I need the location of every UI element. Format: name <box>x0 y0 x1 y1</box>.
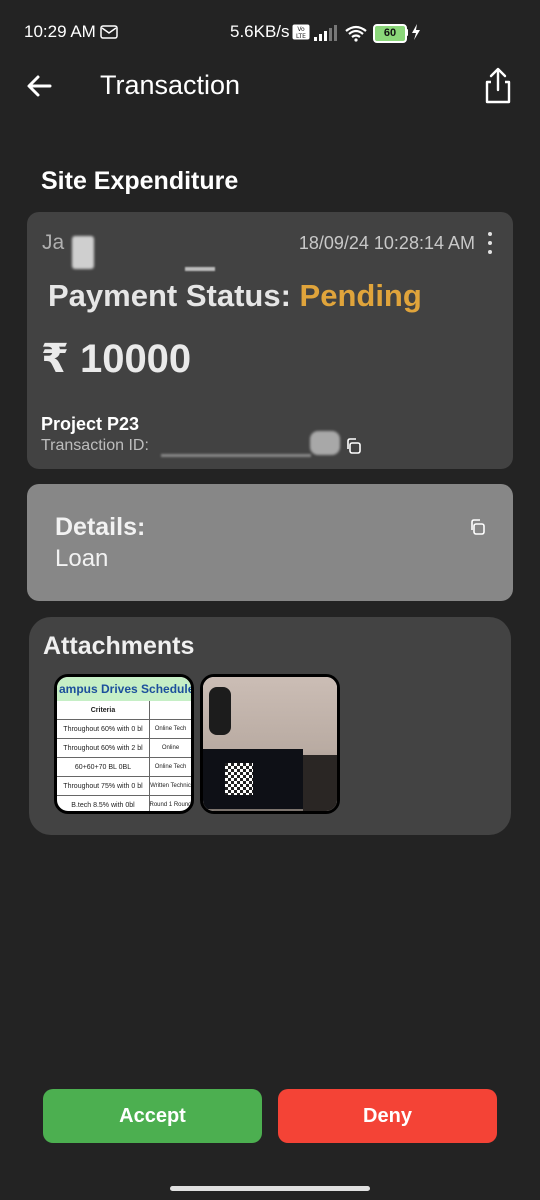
photo-monitor <box>203 749 303 809</box>
payment-status-label: Payment Status: <box>48 278 291 313</box>
status-time: 10:29 AM <box>24 22 96 41</box>
home-indicator[interactable] <box>170 1186 370 1191</box>
details-card: Details: Loan <box>27 484 513 601</box>
table-row: B.tech 8.5% with 0bl Round 1 Round <box>57 796 191 811</box>
table-cell: B.tech 8.5% with 0bl <box>57 796 150 811</box>
table-cell: Online Tech <box>154 764 187 770</box>
attachment-photo <box>203 677 337 811</box>
table-row: Throughout 60% with 2 bl Online <box>57 739 191 758</box>
sms-icon <box>100 25 118 39</box>
copy-transaction-id-button[interactable] <box>345 438 361 454</box>
qr-code-icon <box>225 763 253 795</box>
table-cell: Throughout 60% with 2 bl <box>57 739 150 757</box>
table-cell: Throughout 60% with 0 bl <box>57 720 150 738</box>
arrow-left-icon <box>27 75 52 97</box>
payer-name: Ja <box>42 231 65 254</box>
more-vert-icon-dot <box>488 250 492 254</box>
back-button[interactable] <box>22 68 58 104</box>
table-cell: Throughout 75% with 0 bl <box>57 777 150 795</box>
signal-icon <box>314 25 337 41</box>
redaction <box>161 454 311 457</box>
share-icon <box>485 67 511 104</box>
table-row: Throughout 60% with 0 bl Online Tech <box>57 720 191 739</box>
svg-text:LTE: LTE <box>296 33 306 40</box>
table-cell: Online <box>161 745 180 751</box>
page-title: Transaction <box>100 70 241 100</box>
attachment-sheet-table: Criteria Throughout 60% with 0 bl Online… <box>57 701 191 811</box>
transaction-amount: ₹ 10000 <box>41 337 192 381</box>
more-vert-icon-dot <box>488 241 492 245</box>
attachment-sheet-header: ampus Drives Schedule <box>57 677 191 701</box>
transaction-card[interactable]: Ja 18/09/24 10:28:14 AM Payment Status: … <box>27 212 513 469</box>
attachment-thumbnail[interactable]: ampus Drives Schedule Criteria Throughou… <box>54 674 194 814</box>
redaction <box>72 236 94 269</box>
table-cell: Criteria <box>57 701 150 719</box>
share-button[interactable] <box>480 66 516 106</box>
project-name: Project P23 <box>41 414 140 434</box>
table-row: Criteria <box>57 701 191 720</box>
battery-icon: 60 <box>373 24 407 43</box>
attachments-title: Attachments <box>43 632 195 660</box>
payment-status: Payment Status: Pending <box>48 278 422 314</box>
details-value: Loan <box>55 545 109 572</box>
photo-object <box>303 755 337 811</box>
redaction <box>185 267 215 271</box>
transaction-timestamp: 18/09/24 10:28:14 AM <box>298 233 475 253</box>
section-title: Site Expenditure <box>41 167 239 195</box>
payment-status-value: Pending <box>299 278 422 313</box>
more-vert-icon <box>488 232 492 236</box>
attachment-thumbnail-photo[interactable] <box>200 674 340 814</box>
deny-button[interactable]: Deny <box>278 1089 497 1143</box>
table-cell <box>150 701 191 719</box>
table-cell: Round 1 Round <box>150 802 191 808</box>
attachments-card: Attachments ampus Drives Schedule Criter… <box>29 617 511 835</box>
details-label: Details: <box>55 513 146 541</box>
accept-button[interactable]: Accept <box>43 1089 262 1143</box>
battery-tip <box>405 29 408 36</box>
copy-icon <box>347 438 361 454</box>
copy-details-button[interactable] <box>469 519 485 535</box>
photo-object <box>209 687 231 735</box>
wifi-icon <box>345 25 367 42</box>
battery-level: 60 <box>383 27 397 39</box>
svg-text:Vo: Vo <box>297 26 305 33</box>
copy-icon <box>471 519 485 535</box>
table-row: Throughout 75% with 0 bl Written Technic <box>57 777 191 796</box>
transaction-id-label: Transaction ID: <box>41 437 149 454</box>
charging-icon <box>412 24 420 40</box>
network-speed: 5.6KB/s <box>230 22 290 41</box>
table-cell: Written Technic <box>150 783 191 789</box>
status-bar: 10:29 AM 5.6KB/s Vo LTE 60 <box>0 0 540 62</box>
table-row: 60+60+70 BL 0BL Online Tech <box>57 758 191 777</box>
redaction <box>310 431 340 455</box>
volte-icon: Vo LTE <box>292 24 310 40</box>
more-options-button[interactable] <box>485 232 495 254</box>
table-cell: Online Tech <box>154 726 187 732</box>
table-cell: 60+60+70 BL 0BL <box>57 758 150 776</box>
